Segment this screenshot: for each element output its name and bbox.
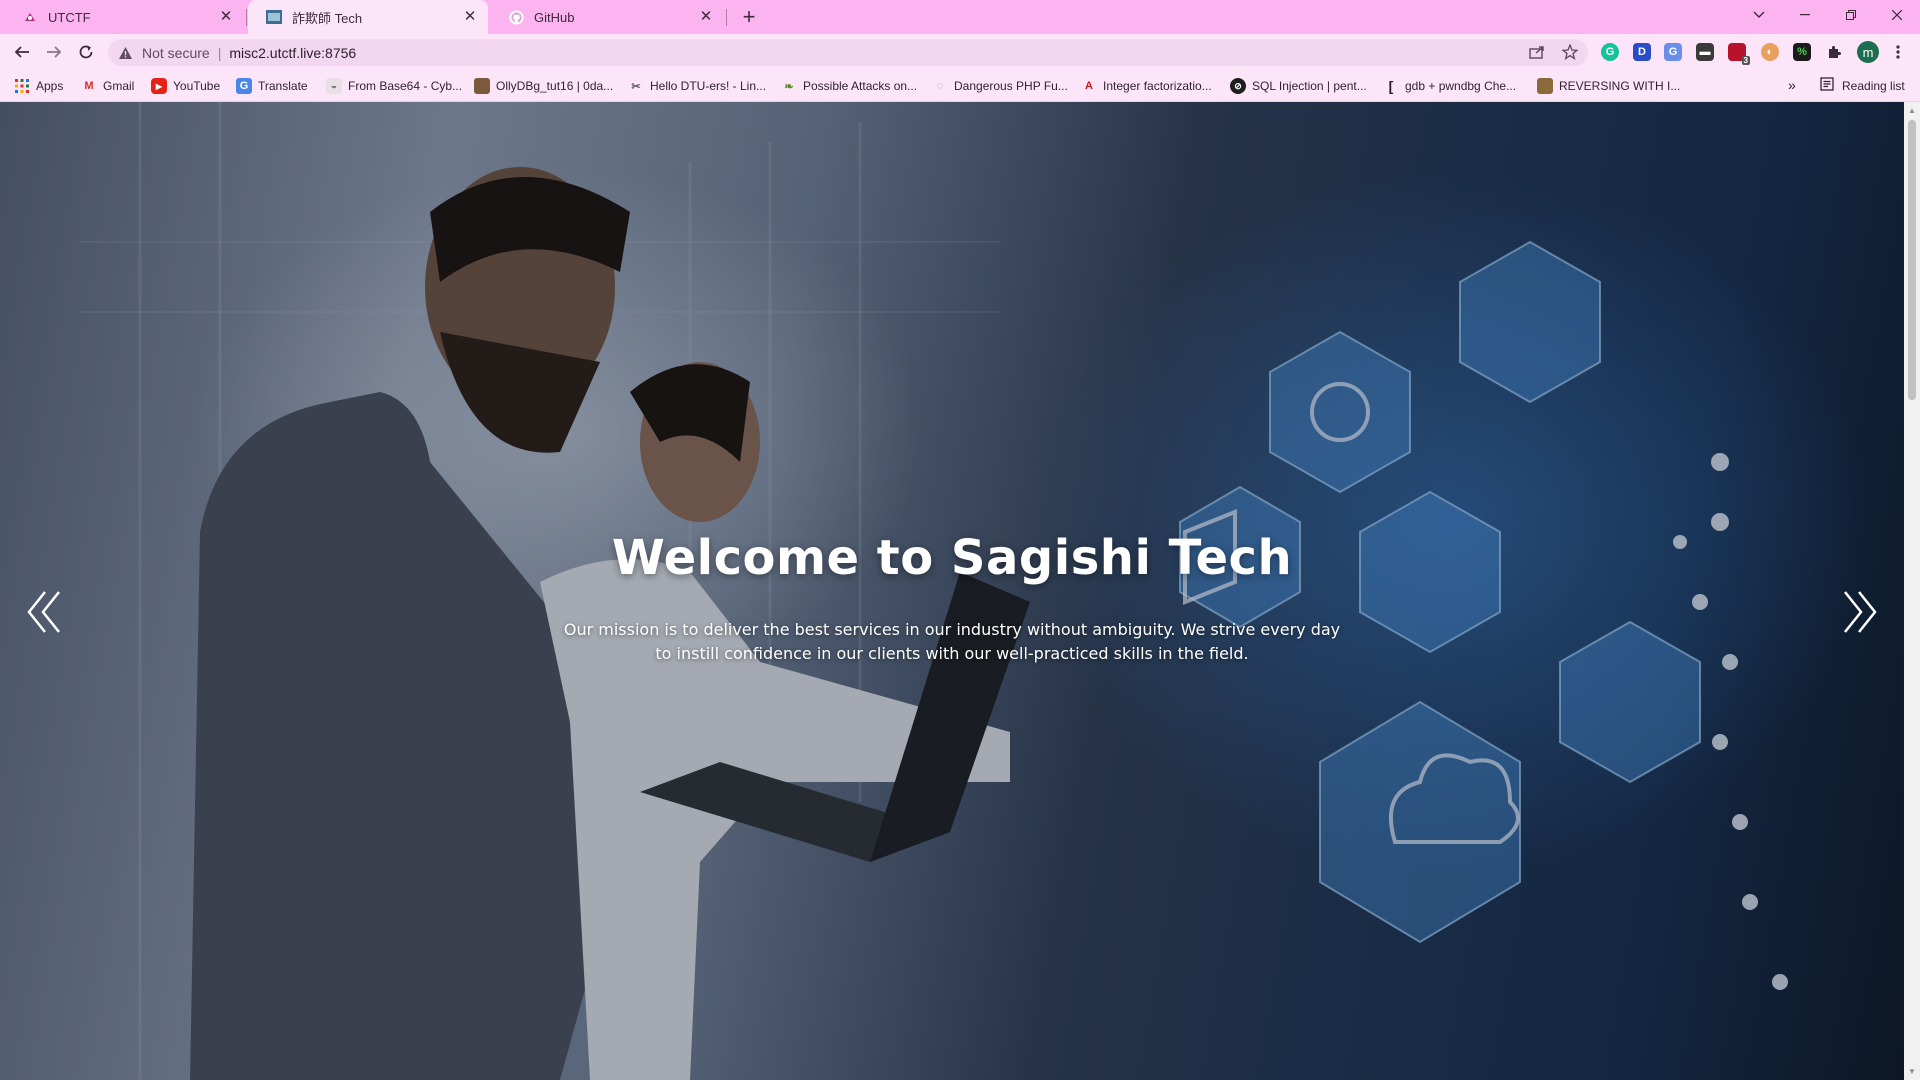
reading-list-label: Reading list [1842,78,1905,93]
cookie-extension-icon[interactable]: ◐ [1761,43,1779,61]
tab-title: 詐欺師 Tech [292,10,363,26]
bookmark-label: Gmail [103,79,135,93]
globe-icon: ◌ [936,80,944,92]
bookmark-label: Possible Attacks on... [803,79,918,93]
back-arrow-icon[interactable] [8,38,36,66]
address-divider: | [217,44,222,61]
bookmark-ollydbg[interactable]: OllyDBg_tut16 | 0da... [474,77,613,95]
address-bar[interactable]: Not secure | misc2.utctf.live:8756 [108,39,1588,66]
kebab-menu-icon[interactable] [1886,40,1910,64]
close-tab-icon[interactable]: ✕ [218,9,234,25]
hero-title: Welcome to Sagishi Tech [611,530,1293,586]
bookmark-integer-factorization[interactable]: A Integer factorizatio... [1081,77,1212,95]
leaf-icon: ❧ [784,80,794,93]
bookmark-gmail[interactable]: M Gmail [81,77,134,95]
tampermonkey-icon[interactable]: % [1793,43,1811,61]
close-tab-icon[interactable]: ✕ [698,9,714,25]
translate-icon: G [236,78,252,94]
bookmark-label: Translate [258,79,308,93]
reload-icon[interactable] [72,38,100,66]
close-window-icon[interactable] [1874,0,1920,30]
hero-carousel: Welcome to Sagishi Tech Our mission is t… [0,102,1904,1080]
tab-utctf[interactable]: UTCTF ✕ [4,0,244,34]
ublock-icon[interactable]: 3 [1728,43,1750,65]
scroll-up-arrow-icon[interactable]: ▲ [1908,106,1916,115]
restore-icon[interactable] [1828,0,1874,30]
youtube-icon: ▶ [151,78,167,94]
bookmark-dtu[interactable]: ✂ Hello DTU-ers! - Lin... [628,77,766,95]
bookmark-doc-icon: [ [1388,78,1394,94]
bookmark-tool-icon: ✂ [631,80,641,93]
bookmark-label: Dangerous PHP Fu... [954,79,1068,93]
extension-badge: 3 [1741,56,1750,65]
bookmark-cyberchef[interactable]: ◒ From Base64 - Cyb... [326,77,462,95]
bookmarks-bar: Apps M Gmail ▶ YouTube G Translate ◒ Fro… [0,70,1920,102]
bookmark-youtube[interactable]: ▶ YouTube [151,77,220,95]
bookmark-label: gdb + pwndbg Che... [1405,79,1517,93]
translate-extension-icon[interactable]: G [1664,43,1682,61]
close-tab-icon[interactable]: ✕ [462,9,478,25]
cyberchef-icon: ◒ [326,78,342,94]
tab-github[interactable]: GitHub ✕ [490,0,724,34]
bookmark-label: Apps [36,79,64,93]
tab-title: GitHub [534,9,575,25]
bookmark-label: From Base64 - Cyb... [348,79,463,93]
bookmark-gdb-pwndbg[interactable]: [ gdb + pwndbg Che... [1383,77,1516,95]
bookmark-label: Integer factorizatio... [1103,79,1212,93]
bookmark-label: Hello DTU-ers! - Lin... [650,79,767,93]
bookmark-image-icon [474,78,490,94]
bookmark-label: REVERSING WITH I... [1559,79,1681,93]
pentest-icon: ⊘ [1230,78,1246,94]
bookmark-apps[interactable]: Apps [14,77,63,95]
tab-strip: UTCTF ✕ 詐欺師 Tech ✕ GitHub ✕ + [0,0,1920,34]
tab-search-icon[interactable] [1736,0,1782,30]
new-tab-button[interactable]: + [736,4,762,30]
utctf-favicon-icon [22,9,38,25]
bookmark-label: OllyDBg_tut16 | 0da... [496,79,614,93]
bookmark-dangerous-php[interactable]: ◌ Dangerous PHP Fu... [932,77,1068,95]
security-label[interactable]: Not secure [142,45,210,61]
tab-sagishi-tech[interactable]: 詐欺師 Tech ✕ [248,0,488,34]
apps-grid-icon [14,78,30,94]
carousel-prev-chevron-icon[interactable] [20,582,70,642]
tab-divider [726,9,727,26]
tab-title: UTCTF [48,9,91,25]
hero-dark-overlay [0,102,1904,1080]
bookmark-image-icon [1537,78,1553,94]
hero-subtitle: Our mission is to deliver the best servi… [563,620,1341,663]
url-text[interactable]: misc2.utctf.live:8756 [229,45,356,61]
forward-arrow-icon[interactable] [40,38,68,66]
scrollbar-thumb[interactable] [1908,120,1916,400]
share-icon[interactable] [1525,40,1549,64]
sagishi-favicon-icon [266,9,282,25]
bookmark-possible-attacks[interactable]: ❧ Possible Attacks on... [781,77,917,95]
browser-toolbar: Not secure | misc2.utctf.live:8756 G D G… [0,34,1920,70]
bookmark-reversing[interactable]: REVERSING WITH I... [1537,77,1680,95]
dashlane-icon[interactable]: D [1633,43,1651,61]
warning-triangle-icon[interactable] [118,45,134,61]
bookmark-star-icon[interactable] [1558,40,1582,64]
alpertron-icon: A [1085,80,1093,92]
page-scrollbar[interactable]: ▲ ▼ [1904,102,1920,1080]
extensions-puzzle-icon[interactable] [1822,40,1846,64]
carousel-next-chevron-icon[interactable] [1834,582,1884,642]
grammarly-icon[interactable]: G [1601,43,1619,61]
gmail-icon: M [84,80,94,92]
tab-divider [246,9,247,26]
minimize-icon[interactable] [1782,0,1828,30]
terminal-extension-icon[interactable]: ▬ [1696,43,1714,61]
more-bookmarks-chevron[interactable]: » [1788,77,1796,93]
github-icon [508,9,524,25]
bookmark-sql-injection[interactable]: ⊘ SQL Injection | pent... [1230,77,1367,95]
bookmark-label: YouTube [173,79,221,93]
bookmark-label: SQL Injection | pent... [1252,79,1367,93]
scroll-down-arrow-icon[interactable]: ▼ [1908,1067,1916,1076]
reading-list-button[interactable]: Reading list [1820,77,1905,94]
profile-avatar[interactable]: m [1857,41,1879,63]
bookmark-translate[interactable]: G Translate [236,77,308,95]
reading-list-icon [1820,77,1834,94]
